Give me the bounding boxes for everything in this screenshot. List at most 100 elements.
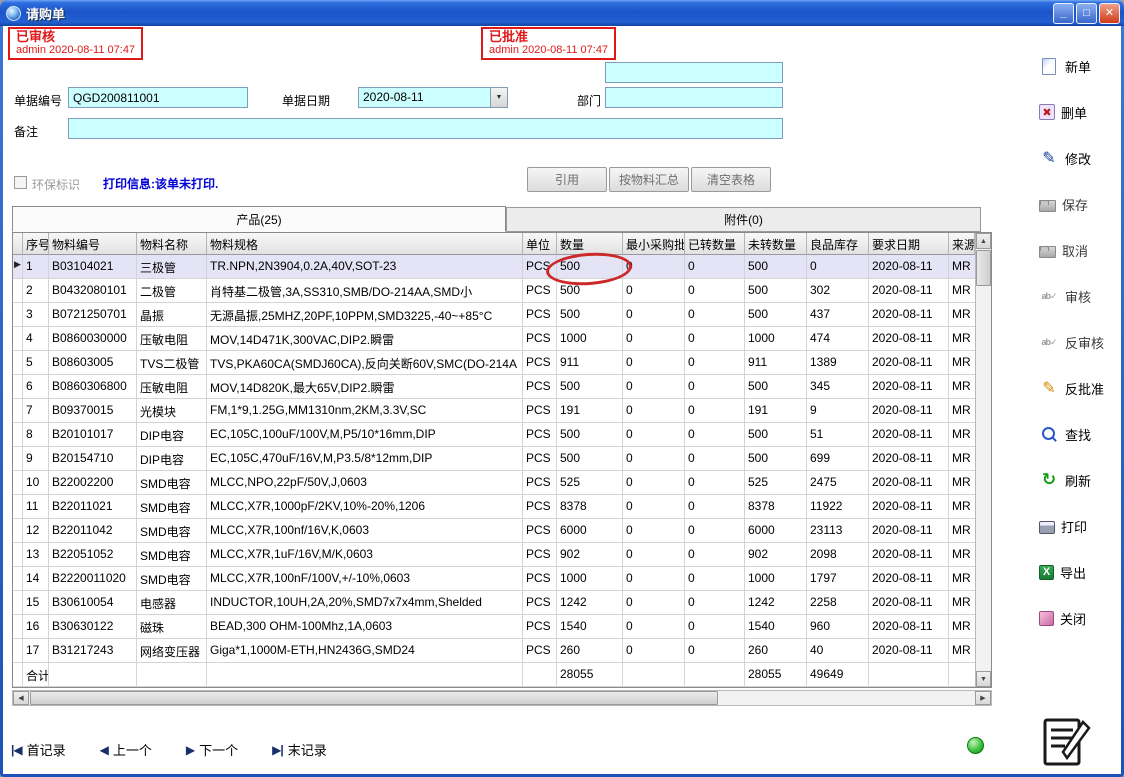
table-cell[interactable]: MR (949, 471, 975, 495)
table-cell[interactable]: 0 (685, 543, 745, 567)
table-cell[interactable]: 1389 (807, 351, 869, 375)
table-cell[interactable]: 2 (23, 279, 49, 303)
row-selector[interactable] (13, 327, 23, 351)
table-cell[interactable]: 911 (557, 351, 623, 375)
row-selector[interactable] (13, 639, 23, 663)
table-cell[interactable]: MR (949, 375, 975, 399)
remark-input[interactable] (68, 118, 783, 139)
table-cell[interactable]: 1000 (745, 567, 807, 591)
table-cell[interactable]: B0721250701 (49, 303, 137, 327)
table-cell[interactable]: PCS (523, 567, 557, 591)
table-cell[interactable]: 0 (807, 255, 869, 279)
table-cell[interactable]: 0 (685, 495, 745, 519)
table-cell[interactable]: 500 (745, 375, 807, 399)
table-cell[interactable]: 0 (685, 639, 745, 663)
table-cell[interactable]: 0 (685, 255, 745, 279)
table-cell[interactable]: 1540 (557, 615, 623, 639)
table-cell[interactable]: PCS (523, 543, 557, 567)
table-cell[interactable]: 0 (685, 327, 745, 351)
sidebar-item-unaudit[interactable]: 反审核 (1025, 330, 1121, 354)
table-cell[interactable]: MLCC,X7R,1000pF/2KV,10%-20%,1206 (207, 495, 523, 519)
table-cell[interactable]: DIP电容 (137, 447, 207, 471)
table-cell[interactable]: MR (949, 255, 975, 279)
table-cell[interactable]: B31217243 (49, 639, 137, 663)
table-cell[interactable]: 0 (623, 447, 685, 471)
table-cell[interactable]: MOV,14D820K,最大65V,DIP2.瞬雷 (207, 375, 523, 399)
table-cell[interactable]: 51 (807, 423, 869, 447)
row-selector[interactable]: ▶ (13, 255, 23, 279)
row-selector[interactable] (13, 591, 23, 615)
table-cell[interactable]: 11922 (807, 495, 869, 519)
table-cell[interactable]: 14 (23, 567, 49, 591)
table-cell[interactable]: FM,1*9,1.25G,MM1310nm,2KM,3.3V,SC (207, 399, 523, 423)
table-cell[interactable]: MR (949, 567, 975, 591)
table-cell[interactable]: EC,105C,470uF/16V,M,P3.5/8*12mm,DIP (207, 447, 523, 471)
table-cell[interactable]: 500 (557, 279, 623, 303)
table-cell[interactable]: 10 (23, 471, 49, 495)
table-cell[interactable]: PCS (523, 327, 557, 351)
table-cell[interactable]: 2020-08-11 (869, 399, 949, 423)
table-cell[interactable]: 2258 (807, 591, 869, 615)
table-cell[interactable]: 345 (807, 375, 869, 399)
table-cell[interactable]: 电感器 (137, 591, 207, 615)
extra-field[interactable] (605, 62, 783, 83)
sidebar-item-audit[interactable]: 审核 (1025, 284, 1121, 308)
table-cell[interactable]: 0 (623, 639, 685, 663)
table-cell[interactable]: 0 (623, 615, 685, 639)
nav-prev-record[interactable]: ◀上一个 (100, 740, 152, 759)
table-cell[interactable]: 0 (623, 519, 685, 543)
table-cell[interactable]: MR (949, 279, 975, 303)
table-cell[interactable]: BEAD,300 OHM-100Mhz,1A,0603 (207, 615, 523, 639)
nav-first-record[interactable]: |◀首记录 (11, 740, 66, 759)
table-cell[interactable]: 三极管 (137, 255, 207, 279)
table-cell[interactable]: 0 (623, 303, 685, 327)
table-cell[interactable]: 500 (745, 423, 807, 447)
table-cell[interactable]: 191 (557, 399, 623, 423)
table-cell[interactable]: 0 (623, 351, 685, 375)
table-cell[interactable]: 699 (807, 447, 869, 471)
table-cell[interactable]: 无源晶振,25MHZ,20PF,10PPM,SMD3225,-40~+85°C (207, 303, 523, 327)
column-header-4[interactable]: 单位 (523, 233, 557, 255)
table-cell[interactable]: 0 (685, 279, 745, 303)
table-cell[interactable]: 晶振 (137, 303, 207, 327)
column-header-8[interactable]: 未转数量 (745, 233, 807, 255)
column-header-10[interactable]: 要求日期 (869, 233, 949, 255)
table-cell[interactable]: MR (949, 327, 975, 351)
table-cell[interactable]: 500 (745, 255, 807, 279)
row-selector[interactable] (13, 519, 23, 543)
table-row-15[interactable]: 15B30610054电感器INDUCTOR,10UH,2A,20%,SMD7x… (13, 591, 991, 615)
table-cell[interactable]: 2020-08-11 (869, 351, 949, 375)
row-selector[interactable] (13, 423, 23, 447)
table-row-1[interactable]: ▶1B03104021三极管TR.NPN,2N3904,0.2A,40V,SOT… (13, 255, 991, 279)
table-cell[interactable]: 光模块 (137, 399, 207, 423)
table-cell[interactable]: B09370015 (49, 399, 137, 423)
sidebar-item-export[interactable]: 导出 (1025, 560, 1121, 584)
vertical-scrollbar[interactable]: ▲ ▼ (975, 233, 991, 687)
table-cell[interactable]: 0 (685, 567, 745, 591)
table-cell[interactable]: 0 (685, 399, 745, 423)
table-cell[interactable]: 9 (807, 399, 869, 423)
table-cell[interactable]: B30630122 (49, 615, 137, 639)
table-row-2[interactable]: 2B0432080101二极管肖特基二极管,3A,SS310,SMB/DO-21… (13, 279, 991, 303)
table-cell[interactable]: 1797 (807, 567, 869, 591)
table-cell[interactable]: MR (949, 351, 975, 375)
table-row-13[interactable]: 13B22051052SMD电容MLCC,X7R,1uF/16V,M/K,060… (13, 543, 991, 567)
table-cell[interactable]: 500 (557, 375, 623, 399)
eco-checkbox[interactable] (14, 176, 27, 189)
column-header-2[interactable]: 物料名称 (137, 233, 207, 255)
table-cell[interactable]: 网络变压器 (137, 639, 207, 663)
table-cell[interactable]: 6000 (745, 519, 807, 543)
table-cell[interactable]: MR (949, 423, 975, 447)
table-cell[interactable]: PCS (523, 423, 557, 447)
horizontal-scroll-thumb[interactable] (30, 691, 718, 705)
tab-attachments[interactable]: 附件(0) (506, 207, 981, 232)
column-header-3[interactable]: 物料规格 (207, 233, 523, 255)
table-cell[interactable]: 0 (685, 591, 745, 615)
table-cell[interactable]: 23113 (807, 519, 869, 543)
doc-date-combo[interactable]: 2020-08-11 ▼ (358, 87, 508, 108)
table-cell[interactable]: 16 (23, 615, 49, 639)
table-row-5[interactable]: 5B08603005TVS二极管TVS,PKA60CA(SMDJ60CA),反向… (13, 351, 991, 375)
scroll-up-icon[interactable]: ▲ (976, 233, 991, 249)
table-cell[interactable]: B22011021 (49, 495, 137, 519)
table-cell[interactable]: 1000 (557, 327, 623, 351)
